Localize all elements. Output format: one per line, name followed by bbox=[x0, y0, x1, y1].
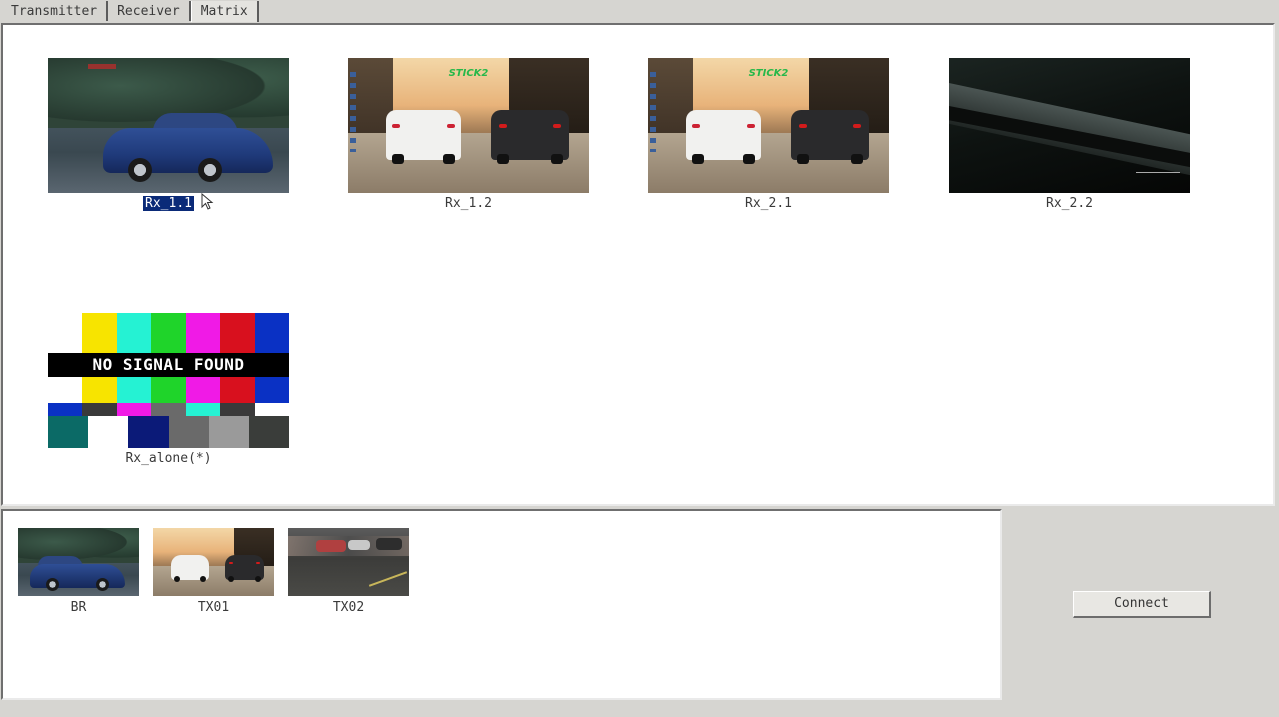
receiver-tile-rx-2-1[interactable]: STICK2 Rx_2.1 bbox=[648, 58, 889, 212]
no-signal-test-pattern: NO SIGNAL FOUND bbox=[48, 313, 289, 448]
receiver-matrix-panel: Rx_1.1 STICK2 Rx_1.2 STICK2 Rx_2.1 Rx_2.… bbox=[1, 23, 1275, 506]
transmitter-tile-tx01[interactable]: TX01 bbox=[153, 528, 274, 616]
stick-overlay-text: STICK2 bbox=[448, 68, 489, 79]
receiver-tile-rx-alone[interactable]: NO SIGNAL FOUND Rx_alone(*) bbox=[48, 313, 289, 467]
receiver-preview[interactable] bbox=[949, 58, 1190, 193]
receiver-preview[interactable]: STICK2 bbox=[648, 58, 889, 193]
receiver-label: Rx_1.1 bbox=[142, 195, 195, 212]
receiver-preview[interactable] bbox=[48, 58, 289, 193]
transmitter-label: BR bbox=[70, 600, 87, 615]
receiver-label: Rx_1.2 bbox=[445, 196, 492, 211]
receiver-label: Rx_alone(*) bbox=[125, 451, 212, 466]
stick-overlay-text: STICK2 bbox=[748, 68, 789, 79]
no-signal-text: NO SIGNAL FOUND bbox=[48, 353, 289, 377]
transmitter-preview[interactable] bbox=[288, 528, 409, 596]
connect-button[interactable]: Connect bbox=[1073, 591, 1211, 618]
receiver-label: Rx_2.2 bbox=[1046, 196, 1093, 211]
mouse-pointer-icon bbox=[201, 193, 214, 210]
tab-receiver[interactable]: Receiver bbox=[108, 1, 191, 21]
transmitter-preview[interactable] bbox=[18, 528, 139, 596]
receiver-label: Rx_2.1 bbox=[745, 196, 792, 211]
receiver-preview[interactable]: STICK2 bbox=[348, 58, 589, 193]
transmitter-source-panel: BR TX01 TX02 bbox=[1, 509, 1002, 700]
receiver-preview[interactable]: NO SIGNAL FOUND bbox=[48, 313, 289, 448]
receiver-tile-rx-2-2[interactable]: Rx_2.2 bbox=[949, 58, 1190, 212]
receiver-tile-rx-1-2[interactable]: STICK2 Rx_1.2 bbox=[348, 58, 589, 212]
transmitter-tile-tx02[interactable]: TX02 bbox=[288, 528, 409, 616]
transmitter-tile-br[interactable]: BR bbox=[18, 528, 139, 616]
transmitter-preview[interactable] bbox=[153, 528, 274, 596]
receiver-tile-rx-1-1[interactable]: Rx_1.1 bbox=[48, 58, 289, 212]
transmitter-label: TX02 bbox=[332, 600, 365, 615]
tab-transmitter[interactable]: Transmitter bbox=[2, 1, 109, 21]
tab-bar: Transmitter Receiver Matrix bbox=[2, 1, 259, 22]
tab-matrix[interactable]: Matrix bbox=[190, 1, 259, 22]
transmitter-label: TX01 bbox=[197, 600, 230, 615]
